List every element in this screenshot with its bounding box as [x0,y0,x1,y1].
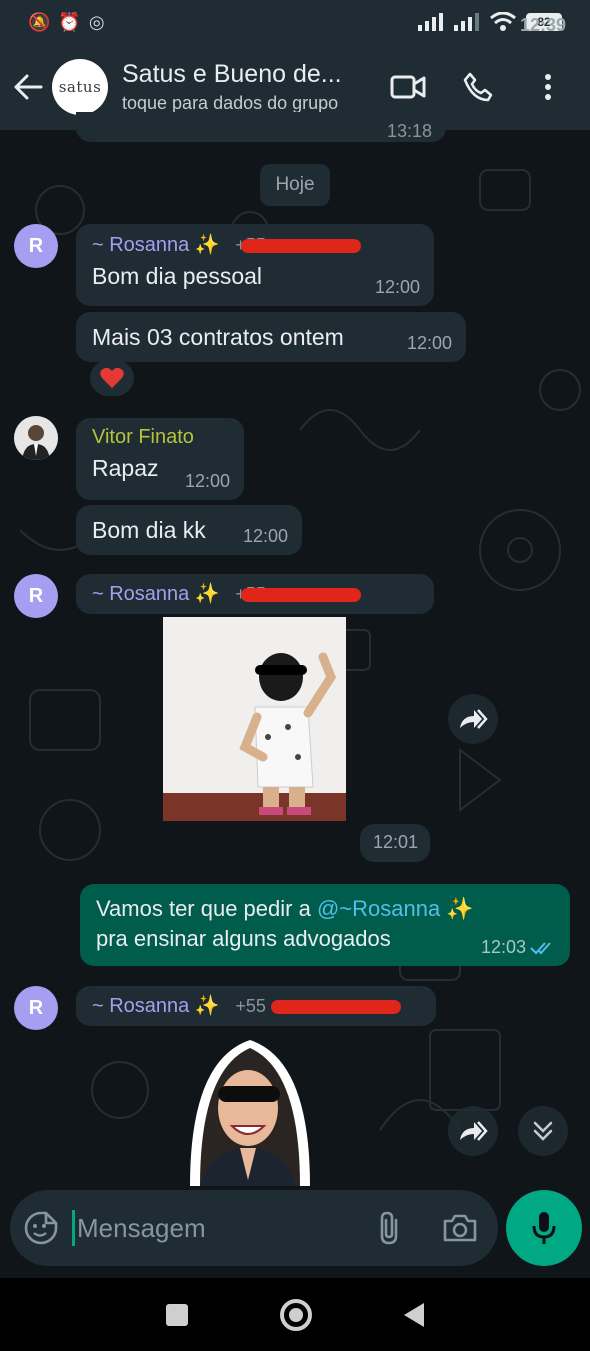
avatar[interactable] [14,416,58,460]
message-bubble[interactable]: Bom dia kk 12:00 [76,505,302,555]
message-time: 12:01 [372,832,418,852]
instagram-icon: ◎ [88,11,105,32]
signal-2-icon [454,13,479,31]
message-text: Vamos ter que pedir a [96,896,317,921]
message-time: 13:18 [386,121,432,141]
recents-button[interactable] [166,1303,188,1326]
message-time: 12:03 [480,937,526,957]
avatar[interactable]: R [14,224,58,268]
more-options-icon[interactable] [528,67,568,107]
scroll-to-bottom-button[interactable] [518,1106,568,1156]
sender-name: ~ Rosanna ✨ [92,583,220,605]
double-chevron-down-icon [533,1121,553,1141]
message-text: Bom dia pessoal [92,263,263,289]
alarm-icon: ⏰ [58,11,81,32]
microphone-icon [532,1212,556,1244]
message-text: pra ensinar alguns advogados [96,926,391,951]
date-divider: Hoje [260,164,330,206]
message-bubble[interactable]: Mais 03 contratos ontem 12:00 [76,312,466,362]
mention-link[interactable]: @~Rosanna ✨ [317,896,474,921]
sticker-image[interactable] [163,617,346,821]
forward-button[interactable] [448,1106,498,1156]
message-bubble[interactable]: ~ Rosanna ✨ +55 Bom dia pessoal 12:00 [76,224,434,306]
sender-label-bubble[interactable]: ~ Rosanna ✨ +55 [76,574,434,614]
chat-screen: 12:39 🔕 ⏰ ◎ 82 satus Satus e Bueno de...… [0,0,590,1351]
message-input[interactable]: Mensagem [72,1210,376,1246]
alarm-off-icon: 🔕 [28,11,51,32]
message-time: 12:00 [242,526,288,546]
message-time: 12:00 [374,277,420,297]
avatar[interactable]: R [14,574,58,618]
message-time: 12:00 [184,471,230,491]
attachment-icon[interactable] [376,1210,402,1246]
home-button[interactable] [280,1298,312,1331]
back-button[interactable] [404,1302,424,1327]
camera-icon[interactable] [442,1213,478,1243]
wifi-icon [490,12,516,31]
message-composer[interactable]: Mensagem [10,1190,498,1266]
outgoing-message-bubble[interactable]: Vamos ter que pedir a @~Rosanna ✨ pra en… [80,884,570,966]
emoji-icon[interactable] [24,1211,58,1245]
redaction-mark [271,999,402,1014]
sender-name: Vitor Finato [92,426,194,448]
sender-phone: +55 [235,996,266,1016]
group-subtitle: toque para dados do grupo [122,93,339,113]
sender-name: ~ Rosanna ✨ [92,234,220,256]
signal-icon [418,13,443,31]
video-call-icon[interactable] [388,67,428,107]
redaction-mark [241,238,362,253]
voice-message-button[interactable] [506,1190,582,1266]
status-time: 12:39 [519,15,566,35]
message-time-pill: 12:01 [360,824,430,862]
message-bubble[interactable]: 13:18 [76,112,446,142]
heart-icon [100,367,124,388]
forward-icon [460,709,488,729]
forward-icon [460,1121,488,1141]
forward-button[interactable] [448,694,498,744]
message-text: Mais 03 contratos ontem [92,324,344,350]
status-bar: 12:39 🔕 ⏰ ◎ 82 [0,0,590,44]
group-info[interactable]: Satus e Bueno de... toque para dados do … [122,60,388,114]
back-arrow-icon[interactable] [4,63,52,111]
sender-name: ~ Rosanna ✨ [92,995,220,1017]
message-bubble[interactable]: Vitor Finato Rapaz 12:00 [76,418,244,500]
read-receipt-icon [530,942,551,955]
group-title: Satus e Bueno de... [122,60,342,88]
system-navigation-bar [0,1278,590,1351]
redaction-mark [241,587,362,602]
voice-call-icon[interactable] [458,67,498,107]
avatar[interactable]: R [14,986,58,1030]
sender-label-bubble[interactable]: ~ Rosanna ✨ +55 [76,986,436,1026]
reaction-badge[interactable] [90,360,134,396]
message-time: 12:00 [406,333,452,353]
sticker-image[interactable] [160,1030,340,1186]
group-avatar[interactable]: satus [52,59,108,115]
